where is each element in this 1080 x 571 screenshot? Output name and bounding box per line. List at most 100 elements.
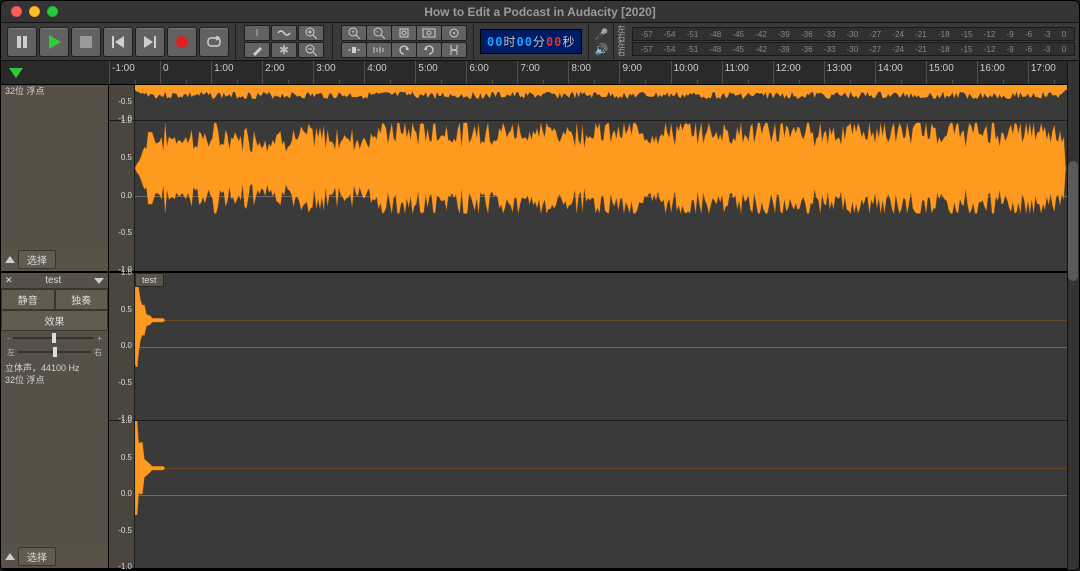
- draw-tool[interactable]: [244, 42, 270, 58]
- track-1-body[interactable]: -0.5 -1.0 1.00.50.0-0.5-1.0: [109, 85, 1079, 271]
- ruler-tick: 15:00: [926, 61, 977, 84]
- amp-scale: 1.00.50.0-0.5-1.0: [109, 273, 135, 420]
- selection-tool[interactable]: I: [244, 25, 270, 41]
- ruler-tick: 16:00: [977, 61, 1028, 84]
- zoom-toggle-button[interactable]: [441, 25, 467, 41]
- ruler-tick: 0: [160, 61, 211, 84]
- collapse-up-icon[interactable]: [5, 553, 15, 560]
- mute-button[interactable]: 静音: [1, 289, 55, 310]
- undo-button[interactable]: [391, 42, 417, 58]
- loop-button[interactable]: [199, 27, 229, 57]
- svg-text:-: -: [376, 29, 379, 36]
- silence-audio-button[interactable]: [366, 42, 392, 58]
- multi-tool[interactable]: ✱: [271, 42, 297, 58]
- ruler-tick: 8:00: [568, 61, 619, 84]
- sync-lock-button[interactable]: [441, 42, 467, 58]
- close-window-button[interactable]: [11, 6, 22, 17]
- track-1-panel: 32位 浮点 选择: [1, 85, 109, 271]
- timeline-ruler[interactable]: -1:0001:002:003:004:005:006:007:008:009:…: [1, 61, 1079, 85]
- level-meters: 左右 -57-54-51-48-45-42-39-36-33-30-27-24-…: [614, 23, 1079, 60]
- playhead-icon[interactable]: [9, 68, 23, 78]
- waveform[interactable]: [135, 121, 1079, 271]
- ruler-tick: 1:00: [211, 61, 262, 84]
- clip-label[interactable]: test: [135, 273, 164, 287]
- ruler-tick: 9:00: [619, 61, 670, 84]
- zoom-out-button[interactable]: -: [366, 25, 392, 41]
- scrollbar-thumb[interactable]: [1068, 161, 1078, 281]
- amp-scale: 1.00.50.0-0.5-1.0: [109, 421, 135, 568]
- ruler-tick: 7:00: [517, 61, 568, 84]
- vertical-scrollbar[interactable]: [1067, 61, 1079, 570]
- ruler-tick: -1:00: [109, 61, 160, 84]
- speaker-icon[interactable]: 🔊: [595, 43, 609, 56]
- ruler-tick: 3:00: [313, 61, 364, 84]
- window-title: How to Edit a Podcast in Audacity [2020]: [1, 5, 1079, 19]
- pan-slider[interactable]: 左 右: [1, 345, 108, 359]
- gain-slider[interactable]: - +: [1, 331, 108, 345]
- waveform-left[interactable]: [135, 273, 1079, 420]
- tracks-area: 32位 浮点 选择 -0.5 -1.0: [1, 85, 1079, 570]
- record-button[interactable]: [167, 27, 197, 57]
- fit-project-button[interactable]: [416, 25, 442, 41]
- track-2: ✕ test 静音 独奏 效果 - + 左 右: [1, 273, 1079, 570]
- main-toolbar: I ✱ + - 00: [1, 23, 1079, 61]
- counter-hours: 00: [487, 35, 503, 49]
- counter-seconds: 00: [546, 35, 562, 49]
- solo-button[interactable]: 独奏: [55, 289, 109, 310]
- close-track-icon[interactable]: ✕: [5, 275, 13, 286]
- track-1: 32位 浮点 选择 -0.5 -1.0: [1, 85, 1079, 273]
- redo-button[interactable]: [416, 42, 442, 58]
- svg-text:+: +: [351, 29, 355, 36]
- titlebar: How to Edit a Podcast in Audacity [2020]: [1, 1, 1079, 23]
- track-1-format: 32位 浮点: [1, 85, 108, 100]
- ruler-tick: 2:00: [262, 61, 313, 84]
- track-2-body[interactable]: test 1.00.50.0-0.5-1.0 1.00.50.0-0.5-1.0: [109, 273, 1079, 568]
- maximize-window-button[interactable]: [47, 6, 58, 17]
- waveform-right[interactable]: [135, 421, 1079, 568]
- amp-scale: 1.00.50.0-0.5-1.0: [109, 121, 135, 271]
- waveform[interactable]: [135, 85, 1079, 120]
- envelope-tool[interactable]: [271, 25, 297, 41]
- effects-button[interactable]: 效果: [1, 310, 108, 331]
- fit-selection-button[interactable]: [391, 25, 417, 41]
- ruler-tick: 5:00: [415, 61, 466, 84]
- play-meter-labels: 左右: [614, 41, 628, 57]
- select-button[interactable]: 选择: [18, 250, 56, 269]
- transport-toolbar: [1, 23, 236, 60]
- ruler-tick: 11:00: [722, 61, 773, 84]
- pause-button[interactable]: [7, 27, 37, 57]
- track-2-format: 立体声，44100 Hz 32位 浮点: [1, 359, 108, 389]
- ruler-tick: 4:00: [364, 61, 415, 84]
- select-button[interactable]: 选择: [18, 547, 56, 566]
- time-counter-toolbar: 00时00分00秒: [474, 23, 589, 60]
- zoom-in-tool-icon[interactable]: [298, 25, 324, 41]
- ruler-tick: 10:00: [671, 61, 722, 84]
- zoom-edit-toolbar: + -: [333, 23, 474, 60]
- track-2-panel: ✕ test 静音 独奏 效果 - + 左 右: [1, 273, 109, 568]
- ruler-tick: 12:00: [773, 61, 824, 84]
- ruler-tick: 6:00: [466, 61, 517, 84]
- skip-start-button[interactable]: [103, 27, 133, 57]
- io-icons: 🎤 🔊: [589, 23, 614, 60]
- skip-end-button[interactable]: [135, 27, 165, 57]
- playback-meter[interactable]: -57-54-51-48-45-42-39-36-33-30-27-24-21-…: [632, 42, 1075, 56]
- microphone-icon[interactable]: 🎤: [595, 28, 609, 41]
- window-controls: [1, 6, 58, 17]
- track-name[interactable]: test: [45, 275, 61, 286]
- recording-meter[interactable]: -57-54-51-48-45-42-39-36-33-30-27-24-21-…: [632, 27, 1075, 41]
- collapse-up-icon[interactable]: [5, 256, 15, 263]
- track-1-footer: 选择: [1, 248, 108, 271]
- play-button[interactable]: [39, 27, 69, 57]
- edit-tools-toolbar: I ✱: [236, 23, 333, 60]
- app-window: How to Edit a Podcast in Audacity [2020]…: [0, 0, 1080, 571]
- ruler-tick: 14:00: [875, 61, 926, 84]
- trim-audio-button[interactable]: [341, 42, 367, 58]
- zoom-in-button[interactable]: +: [341, 25, 367, 41]
- zoom-out-tool-icon[interactable]: [298, 42, 324, 58]
- ruler-tick: 13:00: [824, 61, 875, 84]
- stop-button[interactable]: [71, 27, 101, 57]
- minimize-window-button[interactable]: [29, 6, 40, 17]
- track-menu-icon[interactable]: [94, 278, 104, 284]
- time-counter[interactable]: 00时00分00秒: [480, 29, 582, 54]
- track-2-footer: 选择: [1, 545, 108, 568]
